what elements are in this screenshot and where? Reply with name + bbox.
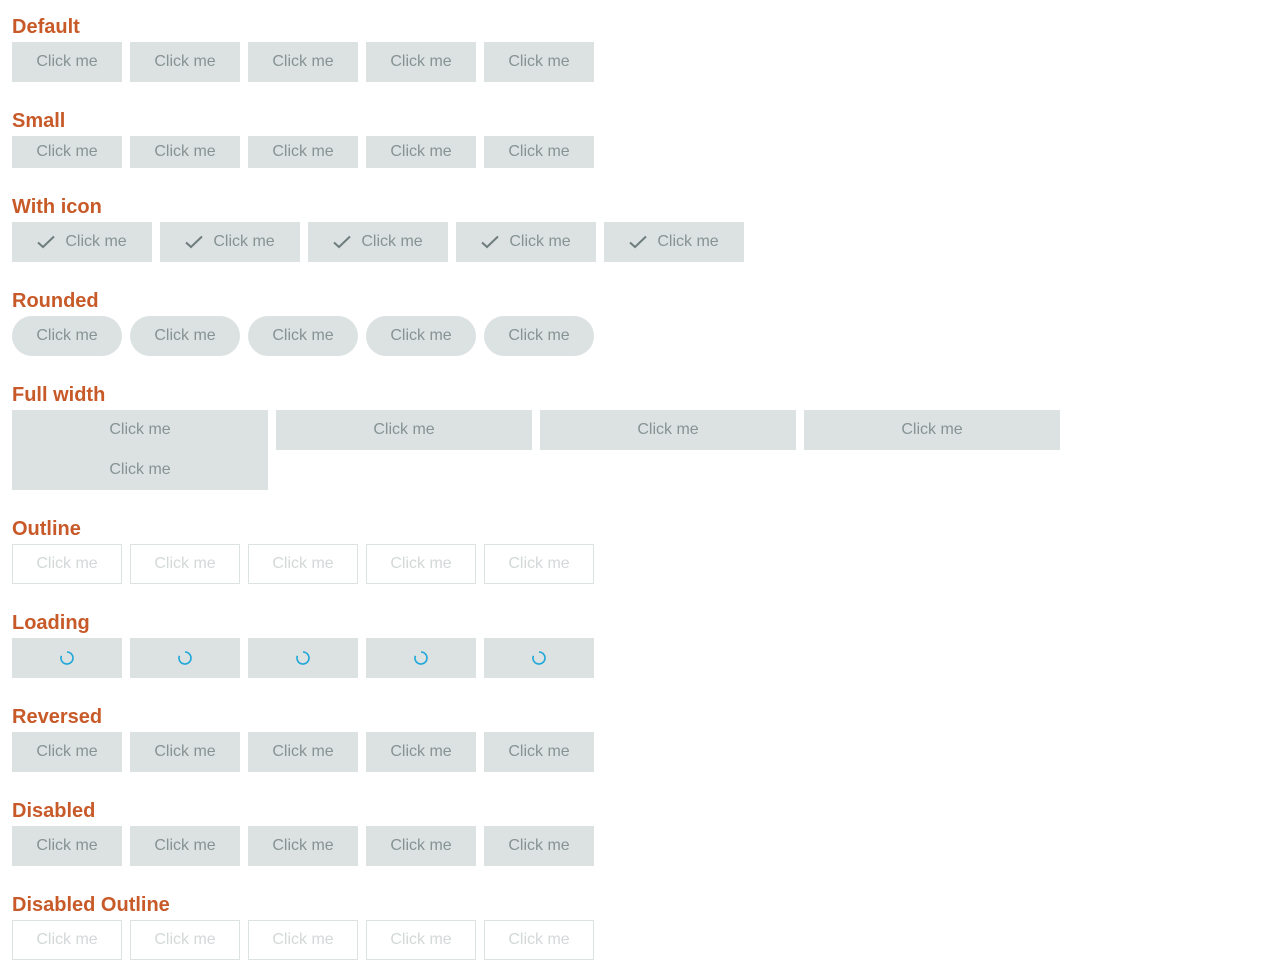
section-small: Small Click me Click me Click me Click m… xyxy=(12,109,1268,168)
icon-button[interactable]: Click me xyxy=(160,222,300,262)
disabled-outline-button: Click me xyxy=(484,920,594,960)
disabled-button: Click me xyxy=(366,826,476,866)
default-button[interactable]: Click me xyxy=(130,42,240,82)
small-button[interactable]: Click me xyxy=(12,136,122,168)
full-width-button-multiline[interactable]: Click me Click me xyxy=(12,410,268,490)
icon-button[interactable]: Click me xyxy=(604,222,744,262)
outline-button[interactable]: Click me xyxy=(130,544,240,584)
full-width-button[interactable]: Click me xyxy=(276,410,532,450)
disabled-button: Click me xyxy=(12,826,122,866)
section-title: Reversed xyxy=(12,706,103,728)
disabled-outline-button: Click me xyxy=(248,920,358,960)
reversed-button[interactable]: Click me xyxy=(484,732,594,772)
outline-button[interactable]: Click me xyxy=(366,544,476,584)
reversed-button[interactable]: Click me xyxy=(130,732,240,772)
check-icon xyxy=(481,235,500,249)
section-title: Disabled xyxy=(12,800,96,822)
rounded-button[interactable]: Click me xyxy=(366,316,476,356)
disabled-outline-button: Click me xyxy=(366,920,476,960)
loading-button[interactable] xyxy=(366,638,476,678)
loading-button[interactable] xyxy=(248,638,358,678)
button-label: Click me xyxy=(213,233,275,250)
small-button[interactable]: Click me xyxy=(130,136,240,168)
rounded-button[interactable]: Click me xyxy=(484,316,594,356)
section-title: Outline xyxy=(12,518,81,540)
disabled-button: Click me xyxy=(130,826,240,866)
reversed-button[interactable]: Click me xyxy=(12,732,122,772)
rounded-button[interactable]: Click me xyxy=(12,316,122,356)
outline-button[interactable]: Click me xyxy=(484,544,594,584)
reversed-button[interactable]: Click me xyxy=(248,732,358,772)
disabled-outline-button: Click me xyxy=(130,920,240,960)
section-reversed: Reversed Click me Click me Click me Clic… xyxy=(12,705,1268,772)
button-label: Click me xyxy=(509,233,571,250)
check-icon xyxy=(37,235,56,249)
section-rounded: Rounded Click me Click me Click me Click… xyxy=(12,289,1268,356)
small-button[interactable]: Click me xyxy=(366,136,476,168)
check-icon xyxy=(333,235,352,249)
section-title: Rounded xyxy=(12,290,99,312)
spinner-icon xyxy=(59,650,75,666)
full-width-button[interactable]: Click me xyxy=(804,410,1060,450)
button-label: Click me xyxy=(65,233,127,250)
section-disabled-outline: Disabled Outline Click me Click me Click… xyxy=(12,893,1268,960)
disabled-button: Click me xyxy=(248,826,358,866)
small-button[interactable]: Click me xyxy=(484,136,594,168)
icon-button[interactable]: Click me xyxy=(308,222,448,262)
section-with-icon: With icon Click me Click me Click me Cli… xyxy=(12,195,1268,262)
loading-button[interactable] xyxy=(12,638,122,678)
section-loading: Loading xyxy=(12,611,1268,678)
check-icon xyxy=(185,235,204,249)
outline-button[interactable]: Click me xyxy=(12,544,122,584)
rounded-button[interactable]: Click me xyxy=(130,316,240,356)
loading-button[interactable] xyxy=(130,638,240,678)
default-button[interactable]: Click me xyxy=(366,42,476,82)
section-title: Full width xyxy=(12,384,106,406)
spinner-icon xyxy=(177,650,193,666)
default-button[interactable]: Click me xyxy=(12,42,122,82)
spinner-icon xyxy=(531,650,547,666)
button-label: Click me xyxy=(657,233,719,250)
section-disabled: Disabled Click me Click me Click me Clic… xyxy=(12,799,1268,866)
rounded-button[interactable]: Click me xyxy=(248,316,358,356)
section-full-width: Full width Click me Click me Click me Cl… xyxy=(12,383,1268,490)
default-button[interactable]: Click me xyxy=(484,42,594,82)
small-button[interactable]: Click me xyxy=(248,136,358,168)
button-showcase-page: Default Click me Click me Click me Click… xyxy=(0,0,1280,972)
spinner-icon xyxy=(295,650,311,666)
section-title: Small xyxy=(12,110,66,132)
disabled-outline-button: Click me xyxy=(12,920,122,960)
section-title: With icon xyxy=(12,196,102,218)
outline-button[interactable]: Click me xyxy=(248,544,358,584)
section-default: Default Click me Click me Click me Click… xyxy=(12,15,1268,82)
spinner-icon xyxy=(413,650,429,666)
section-title: Disabled Outline xyxy=(12,894,170,916)
icon-button[interactable]: Click me xyxy=(456,222,596,262)
button-label: Click me xyxy=(109,421,171,438)
section-outline: Outline Click me Click me Click me Click… xyxy=(12,517,1268,584)
disabled-button: Click me xyxy=(484,826,594,866)
check-icon xyxy=(629,235,648,249)
default-button[interactable]: Click me xyxy=(248,42,358,82)
icon-button[interactable]: Click me xyxy=(12,222,152,262)
button-label: Click me xyxy=(109,461,171,478)
reversed-button[interactable]: Click me xyxy=(366,732,476,772)
section-title: Default xyxy=(12,16,80,38)
section-title: Loading xyxy=(12,612,90,634)
loading-button[interactable] xyxy=(484,638,594,678)
full-width-button[interactable]: Click me xyxy=(540,410,796,450)
button-label: Click me xyxy=(361,233,423,250)
